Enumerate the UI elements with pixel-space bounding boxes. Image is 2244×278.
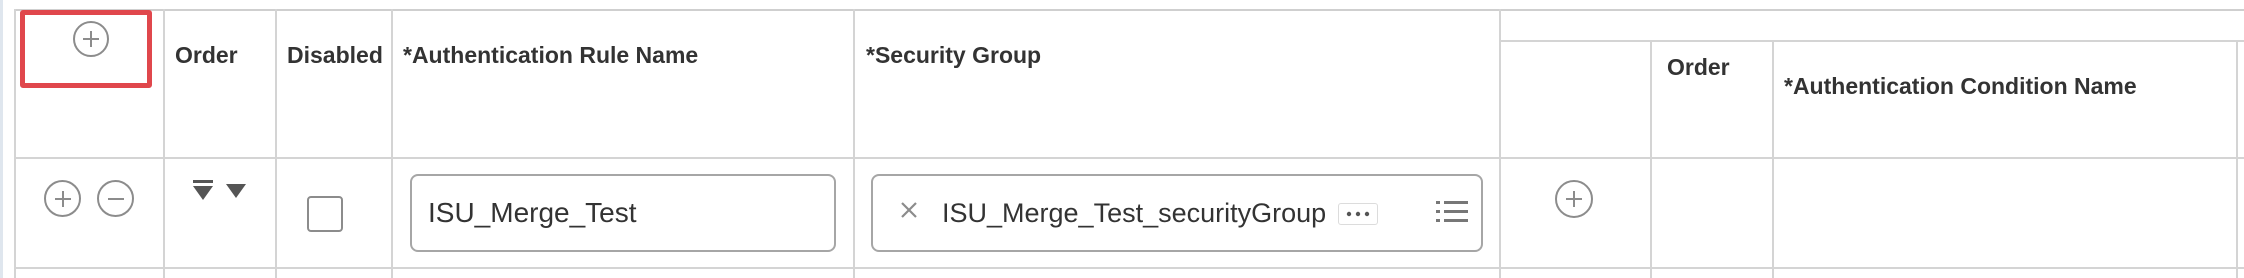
column-header-order[interactable]: Order bbox=[175, 42, 238, 69]
remove-selection-button[interactable] bbox=[899, 200, 919, 225]
security-group-prompt[interactable]: ISU_Merge_Test_securityGroup bbox=[871, 174, 1483, 252]
ellipsis-icon bbox=[1346, 211, 1370, 217]
column-header-rule-name[interactable]: *Authentication Rule Name bbox=[403, 42, 698, 69]
sort-down-icon bbox=[193, 180, 246, 200]
col-divider bbox=[1772, 40, 1774, 278]
rule-name-input[interactable]: ISU_Merge_Test bbox=[410, 174, 836, 252]
nested-header-divider bbox=[1499, 40, 2244, 42]
move-down-button[interactable] bbox=[190, 176, 248, 209]
col-divider bbox=[1499, 9, 1501, 278]
header-bottom-border bbox=[14, 157, 2244, 159]
rule-name-value: ISU_Merge_Test bbox=[428, 197, 637, 228]
add-condition-button[interactable] bbox=[1555, 180, 1593, 218]
prompt-list-button[interactable] bbox=[1435, 198, 1469, 233]
disabled-checkbox[interactable] bbox=[307, 196, 343, 232]
insert-row-button[interactable] bbox=[44, 180, 81, 217]
plus-icon bbox=[1566, 191, 1582, 207]
row-accent bbox=[0, 0, 3, 278]
col-divider bbox=[163, 9, 165, 278]
related-actions-button[interactable] bbox=[1338, 203, 1378, 225]
remove-row-button[interactable] bbox=[97, 180, 134, 217]
col-divider bbox=[1650, 40, 1652, 278]
plus-icon bbox=[54, 190, 71, 207]
col-divider bbox=[853, 9, 855, 278]
col-divider bbox=[275, 9, 277, 278]
row-bottom-border bbox=[14, 267, 2244, 269]
plus-icon bbox=[83, 31, 99, 47]
minus-icon bbox=[107, 197, 124, 200]
security-group-value[interactable]: ISU_Merge_Test_securityGroup bbox=[942, 198, 1326, 229]
column-header-security-group[interactable]: *Security Group bbox=[866, 42, 1041, 69]
nested-column-header-order[interactable]: Order bbox=[1667, 54, 1730, 81]
col-divider bbox=[14, 9, 16, 278]
add-row-button[interactable] bbox=[73, 21, 109, 57]
grid-top-border bbox=[14, 9, 2244, 11]
list-icon bbox=[1436, 201, 1468, 222]
nested-column-header-condition-name[interactable]: *Authentication Condition Name bbox=[1784, 73, 2137, 100]
col-divider bbox=[2236, 40, 2238, 278]
col-divider bbox=[391, 9, 393, 278]
close-icon bbox=[901, 202, 917, 218]
column-header-disabled[interactable]: Disabled bbox=[287, 42, 383, 69]
